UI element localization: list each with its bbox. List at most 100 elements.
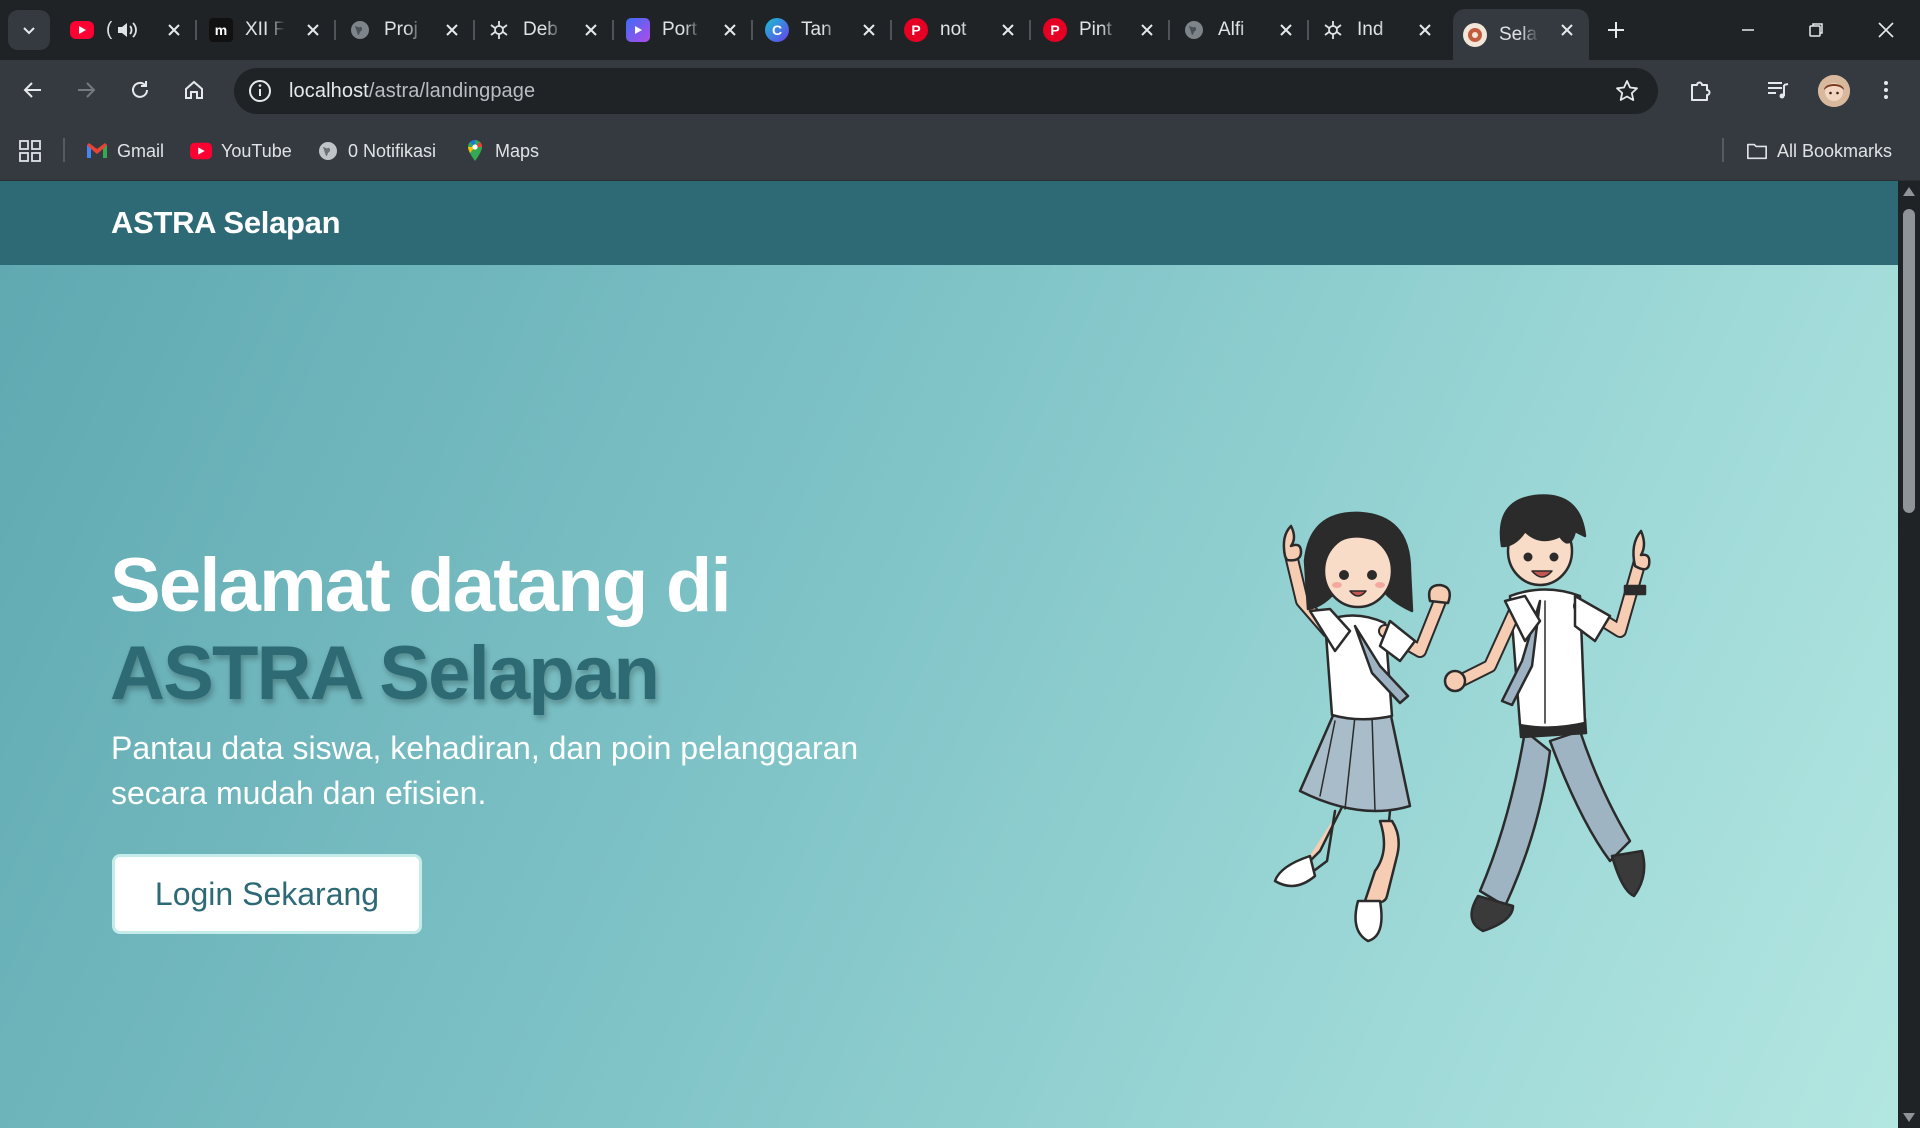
close-icon[interactable] <box>442 20 462 40</box>
medium-m-icon: m <box>209 18 233 42</box>
all-bookmarks-button[interactable]: All Bookmarks <box>1746 137 1892 165</box>
apps-button[interactable] <box>18 137 42 165</box>
url-host: localhost <box>289 80 369 102</box>
tab-separator <box>195 20 197 40</box>
playlist-music-icon <box>1768 82 1789 99</box>
avatar-icon <box>1818 75 1850 107</box>
scroll-down-arrow-icon[interactable] <box>1903 1113 1915 1122</box>
tab-proj[interactable]: Proj <box>338 9 474 51</box>
all-bookmarks-label: All Bookmarks <box>1777 140 1893 161</box>
forward-button[interactable] <box>68 72 104 108</box>
arrow-left-icon <box>23 82 41 98</box>
canva-icon: C <box>765 18 789 42</box>
folder-icon <box>1746 140 1768 162</box>
site-info-icon[interactable] <box>246 77 274 105</box>
close-icon[interactable] <box>1137 20 1157 40</box>
puzzle-icon <box>1691 81 1711 101</box>
new-tab-button[interactable] <box>1598 12 1634 48</box>
gmail-icon <box>86 140 108 162</box>
tab-title: XII F <box>245 19 285 40</box>
home-button[interactable] <box>176 72 212 108</box>
youtube-icon <box>70 21 94 39</box>
bookmark-separator <box>1722 138 1724 162</box>
close-icon[interactable] <box>1415 20 1435 40</box>
close-icon[interactable] <box>998 20 1018 40</box>
tab-search-button[interactable] <box>8 10 50 50</box>
tab-separator <box>751 20 753 40</box>
close-icon <box>1878 22 1894 38</box>
restore-icon <box>1809 23 1823 37</box>
globe-icon <box>317 140 339 162</box>
close-icon[interactable] <box>164 20 184 40</box>
url-path: /astra/landingpage <box>368 80 536 102</box>
site-brand[interactable]: ASTRA Selapan <box>111 205 341 241</box>
profile-avatar[interactable] <box>1818 75 1850 107</box>
restore-button[interactable] <box>1788 10 1844 50</box>
bookmark-label: Gmail <box>117 140 165 161</box>
bookmark-label: 0 Notifikasi <box>348 140 437 161</box>
openai-icon <box>1321 18 1345 42</box>
tab-tan[interactable]: C Tan <box>755 9 891 51</box>
browser-toolbar: localhost/astra/landingpage <box>0 60 1920 120</box>
bookmark-star-icon[interactable] <box>1614 78 1640 104</box>
close-icon[interactable] <box>859 20 879 40</box>
reload-button[interactable] <box>122 72 158 108</box>
scroll-up-arrow-icon[interactable] <box>1903 187 1915 196</box>
tab-port[interactable]: Port <box>616 9 752 51</box>
tab-title: Ind <box>1357 19 1384 40</box>
login-button[interactable]: Login Sekarang <box>112 854 422 934</box>
tab-title: Proj <box>384 19 418 40</box>
tab-deb[interactable]: Deb <box>477 9 613 51</box>
tab-xii[interactable]: m XII F <box>199 9 335 51</box>
tab-alfi[interactable]: Alfi <box>1172 9 1308 51</box>
apps-grid-icon <box>19 140 41 162</box>
landing-page: ASTRA Selapan Selamat datang di ASTRA Se… <box>0 181 1898 1128</box>
back-button[interactable] <box>15 72 51 108</box>
page-scrollbar[interactable] <box>1898 181 1920 1128</box>
minimize-button[interactable] <box>1720 10 1776 50</box>
tab-separator <box>612 20 614 40</box>
speaker-icon[interactable] <box>116 20 138 40</box>
students-illustration <box>1273 494 1651 943</box>
close-icon[interactable] <box>1557 20 1577 40</box>
minimize-icon <box>1742 29 1754 31</box>
site-navbar: ASTRA Selapan <box>0 181 1898 265</box>
bookmark-label: YouTube <box>221 140 292 161</box>
tab-separator <box>1168 20 1170 40</box>
url-text[interactable]: localhost/astra/landingpage <box>289 80 535 103</box>
globe-icon <box>1182 18 1206 42</box>
bookmark-notifikasi[interactable]: 0 Notifikasi <box>317 137 436 165</box>
bookmark-youtube[interactable]: YouTube <box>190 137 292 165</box>
tab-title: Deb <box>523 19 558 40</box>
browser-menu-button[interactable] <box>1868 72 1904 108</box>
tab-title: not <box>940 19 967 40</box>
pinterest-icon: P <box>1043 18 1067 42</box>
tab-title: Pint <box>1079 19 1112 40</box>
hero-subtitle: Pantau data siswa, kehadiran, dan poin p… <box>111 730 859 811</box>
tab-not[interactable]: P not <box>894 9 1030 51</box>
close-window-button[interactable] <box>1858 10 1914 50</box>
tab-youtube[interactable]: ( <box>60 9 196 51</box>
close-icon[interactable] <box>720 20 740 40</box>
plus-icon <box>1608 22 1624 38</box>
school-icon <box>1463 22 1487 47</box>
close-icon[interactable] <box>303 20 323 40</box>
tab-separator <box>1029 20 1031 40</box>
tab-pint[interactable]: P Pint <box>1033 9 1169 51</box>
tab-ind[interactable]: Ind <box>1311 9 1447 51</box>
tab-title: Tan <box>801 19 832 40</box>
media-controls-button[interactable] <box>1760 72 1796 108</box>
video-icon <box>626 18 650 42</box>
home-icon <box>185 80 203 99</box>
maps-icon <box>464 139 486 162</box>
address-bar[interactable]: localhost/astra/landingpage <box>234 68 1658 114</box>
bookmark-gmail[interactable]: Gmail <box>86 137 164 165</box>
bookmarks-bar: Gmail YouTube 0 Notifikasi Maps All Book… <box>0 120 1920 181</box>
youtube-icon <box>190 140 212 162</box>
close-icon[interactable] <box>581 20 601 40</box>
scroll-thumb[interactable] <box>1903 209 1915 513</box>
close-icon[interactable] <box>1276 20 1296 40</box>
tab-selapan-active[interactable]: Sela <box>1453 9 1589 60</box>
bookmark-maps[interactable]: Maps <box>464 137 539 165</box>
extensions-button[interactable] <box>1682 72 1718 108</box>
